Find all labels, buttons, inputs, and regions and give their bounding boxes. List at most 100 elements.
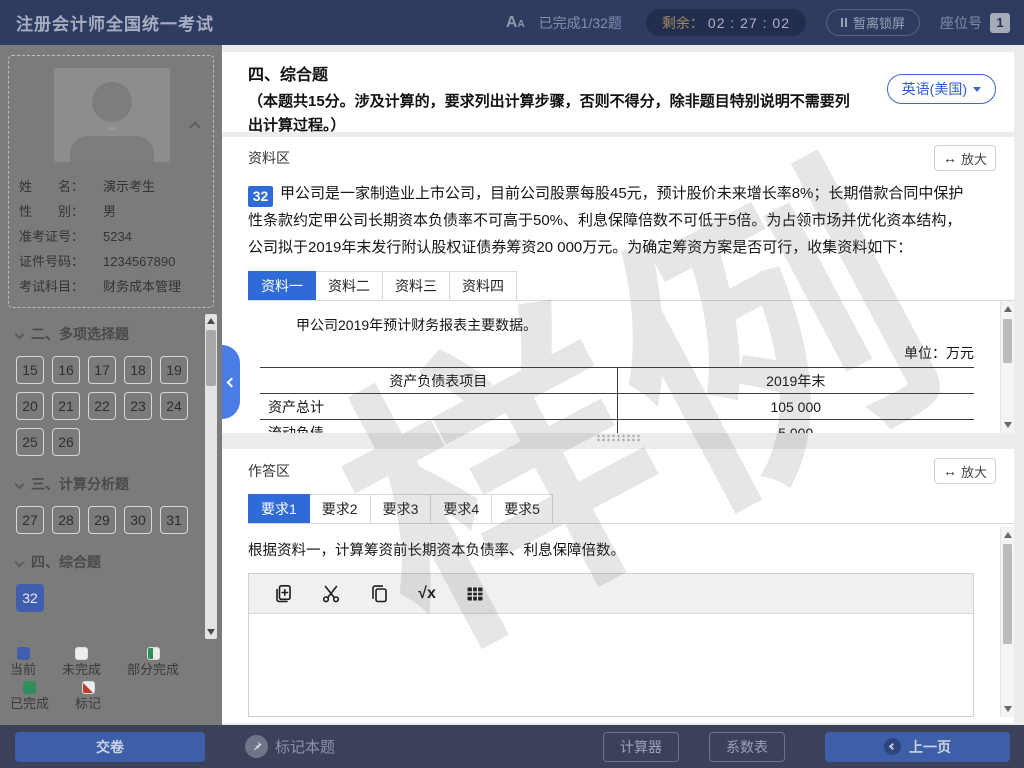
legend-marked-swatch (81, 681, 95, 694)
previous-page-button[interactable]: 上一页 (825, 731, 1010, 762)
tab-requirement-3[interactable]: 要求3 (370, 494, 432, 523)
legend-label: 未完成 (62, 662, 102, 677)
status-legend: 当前 未完成 部分完成 已完成 标记 (0, 645, 222, 725)
panel-splitter[interactable] (222, 433, 1014, 449)
pushpin-icon (245, 735, 268, 758)
tab-requirement-4[interactable]: 要求4 (431, 494, 493, 523)
answer-zone-title: 作答区 (248, 463, 290, 479)
requirement-prompt: 根据资料一，计算筹资前长期资本负债率、利息保障倍数。 (248, 543, 625, 559)
question-button-16[interactable]: 16 (52, 356, 80, 384)
question-number-grid: 15 16 17 18 19 20 21 22 23 24 25 26 (16, 356, 196, 456)
tab-material-4[interactable]: 资料四 (450, 271, 517, 300)
collapse-card-chevron-icon[interactable] (189, 118, 201, 136)
candidate-name-row: 姓 名： 演示考生 (19, 174, 205, 199)
question-header-panel: 四、综合题 （本题共15分。涉及计算的，要求列出计算步骤，否则不得分，除非题目特… (222, 52, 1014, 134)
splitter-drag-handle-icon[interactable] (596, 434, 640, 442)
submit-paper-button[interactable]: 交卷 (15, 731, 205, 762)
seat-info: 座位号 1 (940, 12, 1010, 33)
materials-intro-text: 甲公司2019年预计财务报表主要数据。 (296, 317, 538, 333)
answer-scrollbar[interactable] (1000, 527, 1014, 717)
nav-section-calculation: 三、计算分析题 27 28 29 30 31 (14, 474, 196, 534)
legend-incomplete-swatch (75, 647, 89, 660)
question-button-20[interactable]: 20 (16, 392, 44, 420)
question-button-22[interactable]: 22 (88, 392, 116, 420)
paste-icon[interactable] (271, 582, 295, 606)
candidate-subject-row: 考试科目： 财务成本管理 (19, 274, 205, 299)
table-cell-label: 流动负债 (260, 419, 618, 433)
materials-scrollbar[interactable] (1000, 301, 1014, 433)
answer-zoom-button[interactable]: ↔ 放大 (933, 458, 996, 484)
question-button-24[interactable]: 24 (160, 392, 188, 420)
tab-material-1[interactable]: 资料一 (248, 271, 316, 300)
copy-icon[interactable] (367, 582, 391, 606)
calculator-button[interactable]: 计算器 (603, 731, 679, 762)
formula-icon[interactable]: √x (415, 582, 439, 606)
question-button-28[interactable]: 28 (52, 506, 80, 534)
legend-partial-swatch (146, 647, 160, 660)
question-button-15[interactable]: 15 (16, 356, 44, 384)
tab-requirement-2[interactable]: 要求2 (309, 494, 371, 523)
nav-section-title[interactable]: 三、计算分析题 (14, 474, 196, 494)
question-button-19[interactable]: 19 (160, 356, 188, 384)
table-cell-label: 资产总计 (260, 393, 618, 420)
tab-requirement-1[interactable]: 要求1 (248, 494, 310, 523)
question-button-17[interactable]: 17 (88, 356, 116, 384)
mark-question-button[interactable]: 标记本题 (245, 735, 335, 758)
candidate-gender-row: 性 别： 男 (19, 199, 205, 224)
editor-toolbar: √x (249, 574, 973, 614)
candidate-id-row: 证件号码： 1234567890 (19, 249, 205, 274)
seat-label: 座位号 (940, 14, 982, 31)
tab-material-2[interactable]: 资料二 (316, 271, 383, 300)
scroll-down-arrow-icon[interactable] (207, 629, 215, 635)
table-header-row: 资产负债表项目 2019年末 (260, 367, 974, 394)
tab-material-3[interactable]: 资料三 (383, 271, 450, 300)
font-size-big-a: A (505, 13, 518, 31)
field-value: 财务成本管理 (103, 279, 182, 294)
nav-section-title[interactable]: 二、多项选择题 (14, 324, 196, 344)
question-button-29[interactable]: 29 (88, 506, 116, 534)
nav-section-title[interactable]: 四、综合题 (14, 552, 196, 572)
language-select-button[interactable]: 英语(美国) (886, 74, 996, 104)
remaining-time: 02 : 27 : 02 (707, 14, 790, 31)
question-button-31[interactable]: 31 (160, 506, 188, 534)
table-icon[interactable] (463, 582, 487, 606)
table-row: 资产总计 105 000 (260, 393, 974, 420)
scrollbar-thumb[interactable] (1003, 319, 1012, 363)
legend-label: 已完成 (10, 696, 50, 711)
pause-lock-button[interactable]: 暂离锁屏 (825, 9, 920, 36)
tab-requirement-5[interactable]: 要求5 (492, 494, 553, 523)
question-button-23[interactable]: 23 (124, 392, 152, 420)
scroll-up-arrow-icon[interactable] (1003, 306, 1012, 312)
legend-partial: 部分完成 (127, 647, 179, 677)
font-size-icon[interactable]: AA (505, 13, 525, 31)
question-button-26[interactable]: 26 (52, 428, 80, 456)
scroll-down-arrow-icon[interactable] (1003, 706, 1012, 712)
sidebar-scrollbar[interactable] (205, 314, 217, 639)
remaining-timer: 剩余： 02 : 27 : 02 (645, 9, 806, 36)
scroll-up-arrow-icon[interactable] (207, 318, 215, 324)
font-size-small-a: A (517, 18, 525, 30)
question-button-32-current[interactable]: 32 (16, 584, 44, 612)
question-button-30[interactable]: 30 (124, 506, 152, 534)
field-label: 性 别： (19, 204, 85, 219)
scroll-up-arrow-icon[interactable] (1003, 532, 1012, 538)
resize-arrows-icon: ↔ (942, 150, 957, 166)
scrollbar-thumb[interactable] (1003, 544, 1012, 644)
avatar-head-icon (92, 82, 132, 130)
field-label: 证件号码： (19, 254, 85, 269)
sidebar-collapse-handle[interactable] (222, 345, 240, 419)
scrollbar-thumb[interactable] (206, 330, 216, 386)
question-button-21[interactable]: 21 (52, 392, 80, 420)
coefficient-table-button[interactable]: 系数表 (709, 731, 785, 762)
scroll-down-arrow-icon[interactable] (1003, 422, 1012, 428)
cut-icon[interactable] (319, 582, 343, 606)
materials-zoom-button[interactable]: ↔ 放大 (933, 145, 996, 171)
question-button-27[interactable]: 27 (16, 506, 44, 534)
bottombar: 交卷 标记本题 计算器 系数表 上一页 (0, 725, 1024, 768)
answer-input-area[interactable] (249, 614, 973, 716)
question-button-18[interactable]: 18 (124, 356, 152, 384)
answer-panel: 作答区 ↔ 放大 要求1 要求2 要求3 要求4 要求5 根据资料一，计算筹资前… (222, 449, 1014, 723)
topbar: 注册会计师全国统一考试 AA 已完成1/32题 剩余： 02 : 27 : 02… (0, 0, 1024, 45)
table-row: 流动负债 5 000 (260, 419, 974, 433)
question-button-25[interactable]: 25 (16, 428, 44, 456)
